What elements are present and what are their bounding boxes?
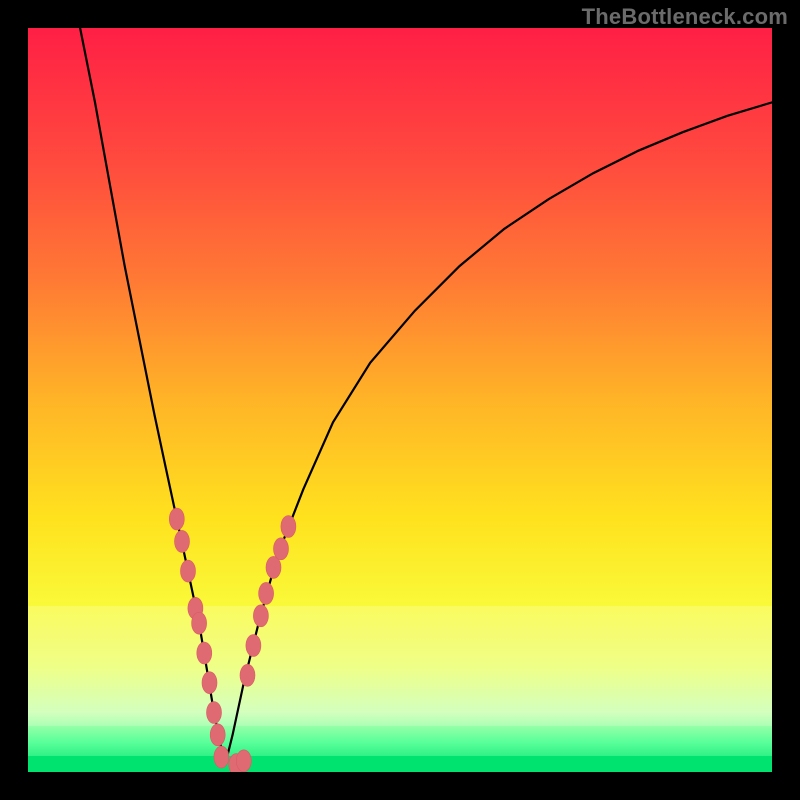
chart-frame: TheBottleneck.com <box>0 0 800 800</box>
bottom-green-band <box>28 756 772 772</box>
watermark-text: TheBottleneck.com <box>582 4 788 30</box>
gradient-plot-area <box>28 28 772 772</box>
